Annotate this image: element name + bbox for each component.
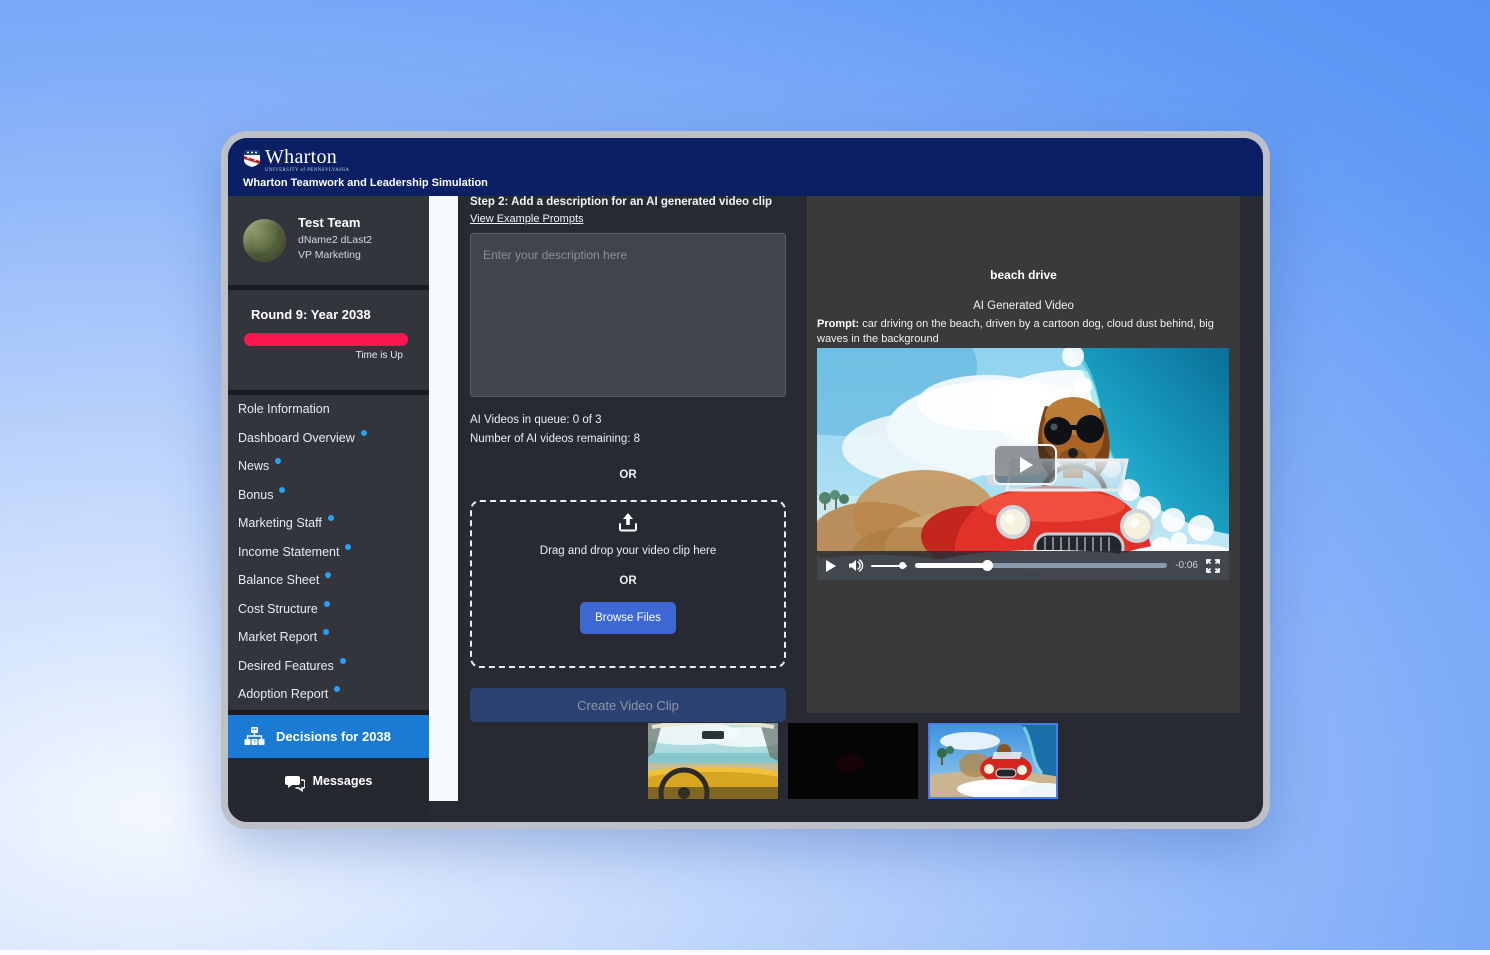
- sidebar-item-label: Marketing Staff: [238, 516, 322, 530]
- create-video-clip-button[interactable]: Create Video Clip: [470, 688, 786, 722]
- decisions-icon: ?: [244, 726, 265, 747]
- sidebar-item-label: News: [238, 459, 269, 473]
- app-window: Wharton UNIVERSITY of PENNSYLVANIA Whart…: [221, 131, 1270, 829]
- sidebar: Test Team dName2 dLast2 VP Marketing Rou…: [228, 196, 429, 822]
- notification-dot: [275, 458, 281, 464]
- sidebar-item-label: Market Report: [238, 630, 317, 644]
- clip-thumbnail-row: [648, 723, 1068, 799]
- or-divider: OR: [619, 575, 636, 587]
- wharton-logo: Wharton UNIVERSITY of PENNSYLVANIA: [243, 147, 349, 173]
- round-timer-bar: [244, 333, 408, 346]
- sidebar-item-label: Bonus: [238, 488, 273, 502]
- notification-dot: [323, 629, 329, 635]
- sidebar-item-label: Dashboard Overview: [238, 431, 355, 445]
- volume-slider[interactable]: [871, 565, 907, 567]
- team-member-name: dName2 dLast2: [298, 234, 372, 246]
- clip-thumbnail-dashboard[interactable]: [648, 723, 778, 799]
- notification-dot: [279, 487, 285, 493]
- team-avatar: [243, 219, 286, 262]
- sidebar-item-market-report[interactable]: Market Report: [228, 623, 429, 652]
- upload-icon: [617, 511, 639, 533]
- scrollbar-track[interactable]: [429, 196, 458, 801]
- clip-thumbnail-black[interactable]: [788, 723, 918, 799]
- background-bottom-strip: [0, 950, 1490, 955]
- progress-fill: [915, 563, 988, 568]
- play-overlay-button[interactable]: [993, 444, 1057, 485]
- sidebar-item-label: Cost Structure: [238, 602, 318, 616]
- browse-files-button[interactable]: Browse Files: [580, 602, 676, 634]
- notification-dot: [325, 572, 331, 578]
- logo-wordmark: Wharton: [265, 147, 349, 167]
- sidebar-item-balance-sheet[interactable]: Balance Sheet: [228, 566, 429, 595]
- video-controls: -0:06: [817, 551, 1229, 580]
- sidebar-item-adoption-report[interactable]: Adoption Report: [228, 680, 429, 709]
- team-role: VP Marketing: [298, 249, 372, 261]
- sidebar-item-label: Messages: [313, 774, 373, 788]
- or-divider: OR: [470, 469, 786, 481]
- clip-thumbnail-beach-drive[interactable]: [928, 723, 1058, 799]
- sidebar-item-label: Desired Features: [238, 659, 334, 673]
- team-name: Test Team: [298, 215, 372, 230]
- sidebar-item-dashboard-overview[interactable]: Dashboard Overview: [228, 424, 429, 453]
- clip-title: beach drive: [807, 268, 1240, 282]
- penn-shield-icon: [243, 149, 261, 168]
- prompt-text: car driving on the beach, driven by a ca…: [817, 318, 1214, 345]
- sidebar-item-role-information[interactable]: Role Information: [228, 395, 429, 424]
- sidebar-nav: Role Information Dashboard Overview News Bo…: [228, 395, 429, 709]
- timer-status: Time is Up: [356, 350, 403, 361]
- prompt-label: Prompt:: [817, 318, 859, 330]
- round-section: Round 9: Year 2038 Time is Up: [228, 290, 429, 390]
- clip-prompt: Prompt: car driving on the beach, driven…: [817, 317, 1229, 347]
- team-section: Test Team dName2 dLast2 VP Marketing: [228, 196, 429, 285]
- sidebar-item-label: Role Information: [238, 402, 330, 416]
- video-player: -0:06: [817, 348, 1229, 580]
- clip-type-label: AI Generated Video: [807, 300, 1240, 312]
- sidebar-item-cost-structure[interactable]: Cost Structure: [228, 595, 429, 624]
- progress-knob[interactable]: [982, 560, 993, 571]
- round-title: Round 9: Year 2038: [251, 307, 371, 322]
- svg-text:?: ?: [253, 740, 256, 746]
- remaining-status: Number of AI videos remaining: 8: [470, 433, 786, 445]
- clip-preview-panel: beach drive AI Generated Video Prompt: c…: [807, 196, 1240, 713]
- description-textarea[interactable]: [470, 233, 786, 397]
- notification-dot: [328, 515, 334, 521]
- notification-dot: [324, 601, 330, 607]
- sidebar-item-messages[interactable]: Messages: [228, 758, 429, 822]
- sidebar-item-news[interactable]: News: [228, 452, 429, 481]
- play-icon: [1020, 457, 1033, 473]
- queue-status: AI Videos in queue: 0 of 3: [470, 414, 786, 426]
- sidebar-item-label: Adoption Report: [238, 687, 328, 701]
- video-progress-bar[interactable]: [915, 563, 1167, 568]
- sidebar-item-marketing-staff[interactable]: Marketing Staff: [228, 509, 429, 538]
- logo-university-text: UNIVERSITY of PENNSYLVANIA: [265, 168, 349, 173]
- video-form: Step 2: Add a description for an AI gene…: [470, 196, 786, 722]
- sidebar-item-decisions[interactable]: ? Decisions for 2038: [228, 715, 429, 758]
- app-title: Wharton Teamwork and Leadership Simulati…: [243, 177, 488, 189]
- sidebar-item-label: Balance Sheet: [238, 573, 319, 587]
- app-header: Wharton UNIVERSITY of PENNSYLVANIA Whart…: [228, 138, 1263, 196]
- round-timer-fill: [244, 333, 408, 346]
- volume-icon[interactable]: [849, 559, 864, 572]
- notification-dot: [340, 658, 346, 664]
- play-button[interactable]: [826, 560, 836, 572]
- sidebar-item-income-statement[interactable]: Income Statement: [228, 538, 429, 567]
- notification-dot: [345, 544, 351, 550]
- volume-knob[interactable]: [899, 562, 906, 569]
- view-example-prompts-link[interactable]: View Example Prompts: [470, 213, 584, 225]
- sidebar-item-label: Income Statement: [238, 545, 339, 559]
- messages-icon: [285, 774, 305, 792]
- main-content: Step 2: Add a description for an AI gene…: [458, 196, 1263, 822]
- notification-dot: [361, 430, 367, 436]
- sidebar-item-desired-features[interactable]: Desired Features: [228, 652, 429, 681]
- notification-dot: [334, 686, 340, 692]
- fullscreen-icon[interactable]: [1206, 559, 1220, 573]
- sidebar-item-label: Decisions for 2038: [276, 729, 391, 744]
- time-remaining: -0:06: [1175, 560, 1198, 571]
- upload-dropzone[interactable]: Drag and drop your video clip here OR Br…: [470, 500, 786, 668]
- dropzone-instruction: Drag and drop your video clip here: [540, 545, 716, 557]
- sidebar-item-bonus[interactable]: Bonus: [228, 481, 429, 510]
- step-heading: Step 2: Add a description for an AI gene…: [470, 196, 786, 209]
